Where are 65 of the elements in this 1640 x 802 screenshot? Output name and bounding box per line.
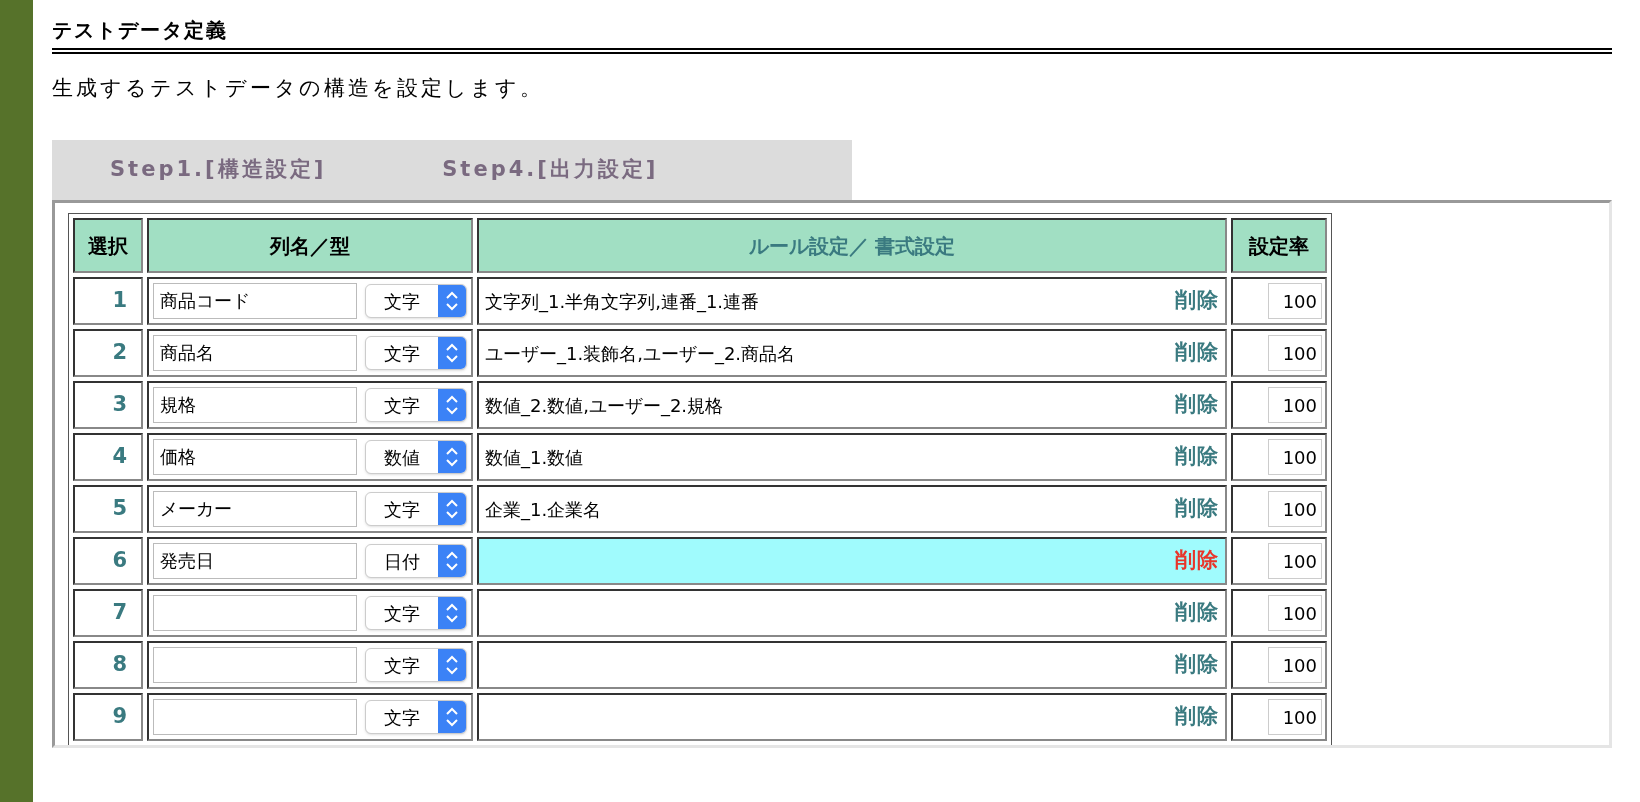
chevron-up-down-icon	[438, 441, 466, 473]
column-name-input[interactable]: 商品名	[153, 335, 357, 371]
page-description: 生成するテストデータの構造を設定します。	[52, 75, 545, 102]
type-select[interactable]: 文字	[365, 700, 467, 734]
column-name-input[interactable]: 発売日	[153, 543, 357, 579]
row-number: 3	[73, 381, 143, 429]
type-select[interactable]: 文字	[365, 388, 467, 422]
rate-input[interactable]: 100	[1268, 491, 1322, 527]
row-number: 7	[73, 589, 143, 637]
rate-input[interactable]: 100	[1268, 647, 1322, 683]
column-name-input[interactable]: メーカー	[153, 491, 357, 527]
rate-input[interactable]: 100	[1268, 439, 1322, 475]
delete-link[interactable]: 削除	[1175, 493, 1219, 525]
row-number: 6	[73, 537, 143, 585]
type-select[interactable]: 数値	[365, 440, 467, 474]
column-header: 設定率	[1231, 218, 1327, 273]
rate-input[interactable]: 100	[1268, 283, 1322, 319]
rule-text: ユーザー_1.装飾名,ユーザー_2.商品名	[485, 341, 796, 367]
chevron-up-down-icon	[438, 597, 466, 629]
rate-input[interactable]: 100	[1268, 335, 1322, 371]
rate-input[interactable]: 100	[1268, 699, 1322, 735]
column-name-input[interactable]: 規格	[153, 387, 357, 423]
chevron-up-down-icon	[438, 285, 466, 317]
column-name-input[interactable]	[153, 699, 357, 735]
page-title: テストデータ定義	[52, 17, 229, 44]
row-number: 8	[73, 641, 143, 689]
column-name-input[interactable]	[153, 647, 357, 683]
delete-link[interactable]: 削除	[1175, 545, 1219, 577]
chevron-up-down-icon	[438, 389, 466, 421]
rule-text: 数値_2.数値,ユーザー_2.規格	[485, 393, 724, 419]
row-number: 1	[73, 277, 143, 325]
chevron-up-down-icon	[438, 701, 466, 733]
rule-text: 企業_1.企業名	[485, 497, 602, 523]
delete-link[interactable]: 削除	[1175, 389, 1219, 421]
type-select[interactable]: 文字	[365, 596, 467, 630]
delete-link[interactable]: 削除	[1175, 337, 1219, 369]
delete-link[interactable]: 削除	[1175, 597, 1219, 629]
column-header: 列名／型	[147, 218, 473, 273]
chevron-up-down-icon	[438, 649, 466, 681]
row-number: 9	[73, 693, 143, 741]
delete-link[interactable]: 削除	[1175, 649, 1219, 681]
column-header: 選択	[73, 218, 143, 273]
rate-input[interactable]: 100	[1268, 387, 1322, 423]
delete-link[interactable]: 削除	[1175, 441, 1219, 473]
delete-link[interactable]: 削除	[1175, 701, 1219, 733]
row-number: 5	[73, 485, 143, 533]
type-select[interactable]: 文字	[365, 284, 467, 318]
row-number: 4	[73, 433, 143, 481]
chevron-up-down-icon	[438, 337, 466, 369]
column-header: ルール設定／ 書式設定	[477, 218, 1227, 273]
rate-input[interactable]: 100	[1268, 595, 1322, 631]
rule-text: 数値_1.数値	[485, 445, 584, 471]
type-select[interactable]: 文字	[365, 336, 467, 370]
column-name-input[interactable]: 商品コード	[153, 283, 357, 319]
column-name-input[interactable]	[153, 595, 357, 631]
column-name-input[interactable]: 価格	[153, 439, 357, 475]
chevron-up-down-icon	[438, 493, 466, 525]
type-select[interactable]: 文字	[365, 492, 467, 526]
chevron-up-down-icon	[438, 545, 466, 577]
rate-input[interactable]: 100	[1268, 543, 1322, 579]
type-select[interactable]: 日付	[365, 544, 467, 578]
delete-link[interactable]: 削除	[1175, 285, 1219, 317]
rule-text: 文字列_1.半角文字列,連番_1.連番	[485, 289, 760, 315]
row-number: 2	[73, 329, 143, 377]
type-select[interactable]: 文字	[365, 648, 467, 682]
